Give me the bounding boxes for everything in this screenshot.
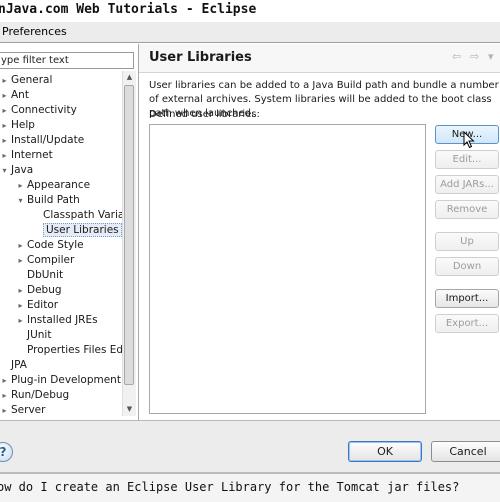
dialog-title: Preferences	[2, 25, 67, 38]
expand-arrow-icon[interactable]: ▸	[16, 253, 25, 268]
tree-item-label: Compiler	[27, 254, 75, 266]
tree-item-install-update[interactable]: ▸ Install/Update	[0, 133, 84, 148]
tree-item-label: Connectivity	[11, 104, 77, 116]
expand-arrow-icon[interactable]: ▸	[0, 373, 9, 388]
tree-item-label: Editor	[27, 299, 59, 311]
user-libraries-list[interactable]	[149, 124, 426, 414]
tree-item-classpath-variables[interactable]: Classpath Variable	[32, 208, 122, 223]
tree-item-label: Properties Files Editor	[27, 344, 122, 356]
dialog-button-bar	[0, 420, 500, 473]
tree-item-code-style[interactable]: ▸ Code Style	[16, 238, 84, 253]
page-title: User Libraries	[149, 50, 252, 65]
tree-item-label: Ant	[11, 89, 29, 101]
tree-item-label: General	[11, 74, 53, 86]
expand-arrow-icon[interactable]: ▸	[0, 88, 9, 103]
tree-item-label: Code Style	[27, 239, 84, 251]
tree-item-plugin-development[interactable]: ▸ Plug-in Development	[0, 373, 121, 388]
tree-item-general[interactable]: ▸ General	[0, 73, 52, 88]
tree-item-label: Server	[11, 404, 46, 416]
expand-arrow-icon[interactable]: ▸	[0, 148, 9, 163]
forward-arrow-icon[interactable]: ⇨	[470, 50, 479, 63]
tree-item-installed-jres[interactable]: ▸ Installed JREs	[16, 313, 98, 328]
filter-input[interactable]	[0, 52, 134, 69]
tree-item-label: Appearance	[27, 179, 91, 191]
tree-item-label: Java	[11, 164, 34, 176]
tree-item-user-libraries[interactable]: User Libraries	[32, 223, 122, 238]
tree-item-editor[interactable]: ▸ Editor	[16, 298, 58, 313]
scroll-down-icon[interactable]: ▼	[123, 403, 136, 416]
tree-item-label: Install/Update	[11, 134, 85, 146]
tree-item-label: Internet	[11, 149, 53, 161]
tree-item-label: Build Path	[27, 194, 80, 206]
tree-item-label: JUnit	[27, 329, 52, 341]
tree-item-build-path[interactable]: ▾ Build Path	[16, 193, 80, 208]
expand-arrow-icon[interactable]: ▸	[0, 133, 9, 148]
tree-item-label: Run/Debug	[11, 389, 70, 401]
tree-item-label: Installed JREs	[27, 314, 98, 326]
back-arrow-icon[interactable]: ⇦	[452, 50, 461, 63]
preferences-tree: ▸ General ▸ Ant ▸ Connectivity ▸ Help ▸ Insta…	[0, 71, 122, 416]
tree-item-properties-files-editor[interactable]: Properties Files Editor	[16, 343, 122, 358]
window-title-bar: nJava.com Web Tutorials - Eclipse	[0, 0, 500, 23]
expand-arrow-icon[interactable]: ▸	[16, 313, 25, 328]
ok-button[interactable]: OK	[348, 441, 422, 462]
tree-item-ant[interactable]: ▸ Ant	[0, 88, 29, 103]
tree-item-server[interactable]: ▸ Server	[0, 403, 45, 416]
defined-libraries-label: Defined user libraries:	[149, 109, 260, 120]
expand-arrow-icon[interactable]: ▸	[0, 118, 9, 133]
tree-item-junit[interactable]: JUnit	[16, 328, 51, 343]
mouse-pointer-icon	[463, 131, 475, 149]
dialog-title-bar: Preferences	[0, 22, 500, 43]
page-header: User Libraries ⇦ ⇨ ▾	[139, 44, 500, 73]
down-button[interactable]: Down	[435, 257, 499, 276]
tree-item-internet[interactable]: ▸ Internet	[0, 148, 53, 163]
caption-text: ow do I create an Eclipse User Library f…	[0, 480, 460, 494]
tree-item-label: Help	[11, 119, 35, 131]
cancel-button[interactable]: Cancel	[431, 441, 500, 462]
expand-arrow-icon[interactable]: ▸	[0, 103, 9, 118]
tree-item-label: Debug	[27, 284, 62, 296]
tree-item-label: Plug-in Development	[11, 374, 121, 386]
tree-item-compiler[interactable]: ▸ Compiler	[16, 253, 74, 268]
tree-item-help[interactable]: ▸ Help	[0, 118, 35, 133]
expand-arrow-icon[interactable]: ▸	[16, 178, 25, 193]
preferences-sidebar: ▸General ▸Ant ▸Connectivity ▸Help ▸Insta…	[0, 44, 139, 420]
edit-button[interactable]: Edit...	[435, 150, 499, 169]
tree-item-appearance[interactable]: ▸ Appearance	[16, 178, 90, 193]
expand-arrow-icon[interactable]: ▸	[16, 238, 25, 253]
tree-item-jpa[interactable]: JPA	[0, 358, 27, 373]
tree-item-connectivity[interactable]: ▸ Connectivity	[0, 103, 77, 118]
tree-item-label: User Libraries	[43, 223, 122, 237]
expand-arrow-icon[interactable]: ▸	[16, 298, 25, 313]
tree-item-java[interactable]: ▾ Java	[0, 163, 33, 178]
tree-item-debug[interactable]: ▸ Debug	[16, 283, 62, 298]
tree-item-label: JPA	[11, 359, 27, 371]
tree-item-label: Classpath Variable	[43, 209, 122, 221]
import-button[interactable]: Import...	[435, 289, 499, 308]
expand-arrow-icon[interactable]: ▸	[0, 403, 9, 416]
tree-item-label: DbUnit	[27, 269, 64, 281]
tree-scrollbar[interactable]: ▲ ▼	[122, 71, 136, 416]
expand-arrow-icon[interactable]: ▸	[0, 73, 9, 88]
export-button[interactable]: Export...	[435, 314, 499, 333]
remove-button[interactable]: Remove	[435, 200, 499, 219]
add-jars-button[interactable]: Add JARs...	[435, 175, 499, 194]
tree-item-dbunit[interactable]: DbUnit	[16, 268, 63, 283]
expand-arrow-icon[interactable]: ▸	[16, 283, 25, 298]
view-menu-icon[interactable]: ▾	[488, 50, 494, 63]
tree-item-run-debug[interactable]: ▸ Run/Debug	[0, 388, 69, 403]
collapse-arrow-icon[interactable]: ▾	[16, 193, 25, 208]
collapse-arrow-icon[interactable]: ▾	[0, 163, 9, 178]
window-title: nJava.com Web Tutorials - Eclipse	[0, 2, 257, 17]
up-button[interactable]: Up	[435, 232, 499, 251]
expand-arrow-icon[interactable]: ▸	[0, 388, 9, 403]
scroll-up-icon[interactable]: ▲	[123, 71, 136, 84]
tutorial-caption: ow do I create an Eclipse User Library f…	[0, 472, 500, 502]
scrollbar-thumb[interactable]	[124, 85, 134, 385]
